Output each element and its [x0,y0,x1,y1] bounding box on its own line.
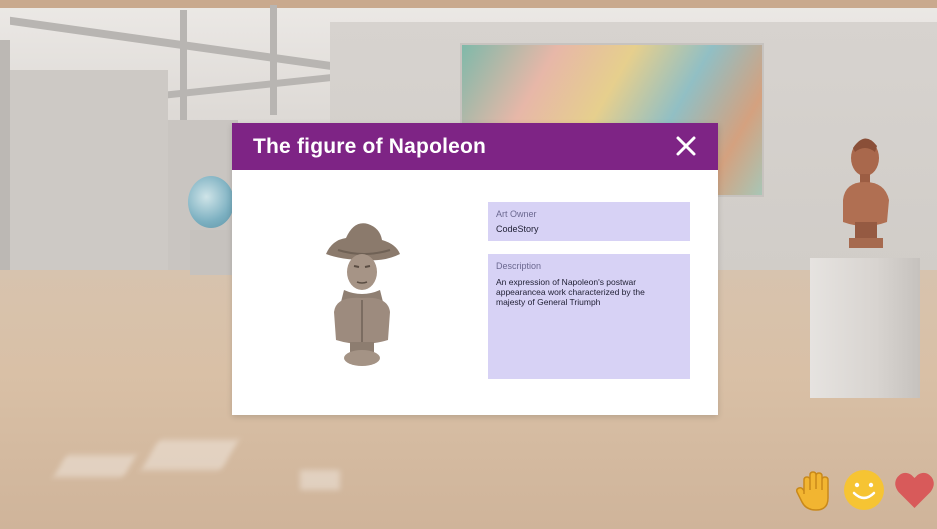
art-owner-label: Art Owner [496,209,537,219]
exhibit-pedestal [810,258,920,398]
globe-exhibit[interactable] [188,176,234,228]
dialog-title: The figure of Napoleon [253,135,487,158]
raise-hand-icon[interactable] [792,468,836,512]
bust-exhibit[interactable] [835,130,895,260]
art-owner-panel: Art Owner CodeStory [488,202,690,241]
globe-stand [190,230,234,275]
description-panel: Description An expression of Napoleon's … [488,254,690,379]
gallery-scene: The figure of Napoleon Art Owner CodeSto… [0,0,937,529]
ceiling-beam [180,10,187,120]
description-text: An expression of Napoleon's postwar appe… [496,277,645,307]
gallery-partition [8,70,168,290]
description-label: Description [496,261,542,271]
close-icon[interactable] [672,132,700,160]
artwork-info-dialog: The figure of Napoleon Art Owner CodeSto… [232,123,718,415]
heart-icon[interactable] [892,468,937,512]
art-owner-value: CodeStory [496,224,539,234]
smile-icon[interactable] [842,468,886,512]
floor-reflection [300,470,340,490]
ceiling-beam [270,5,277,115]
floor-reflection [53,455,137,477]
dialog-header: The figure of Napoleon [232,123,718,170]
gallery-partition-side [0,40,10,300]
napoleon-bust-image [326,223,400,366]
ceiling-edge [0,0,937,8]
